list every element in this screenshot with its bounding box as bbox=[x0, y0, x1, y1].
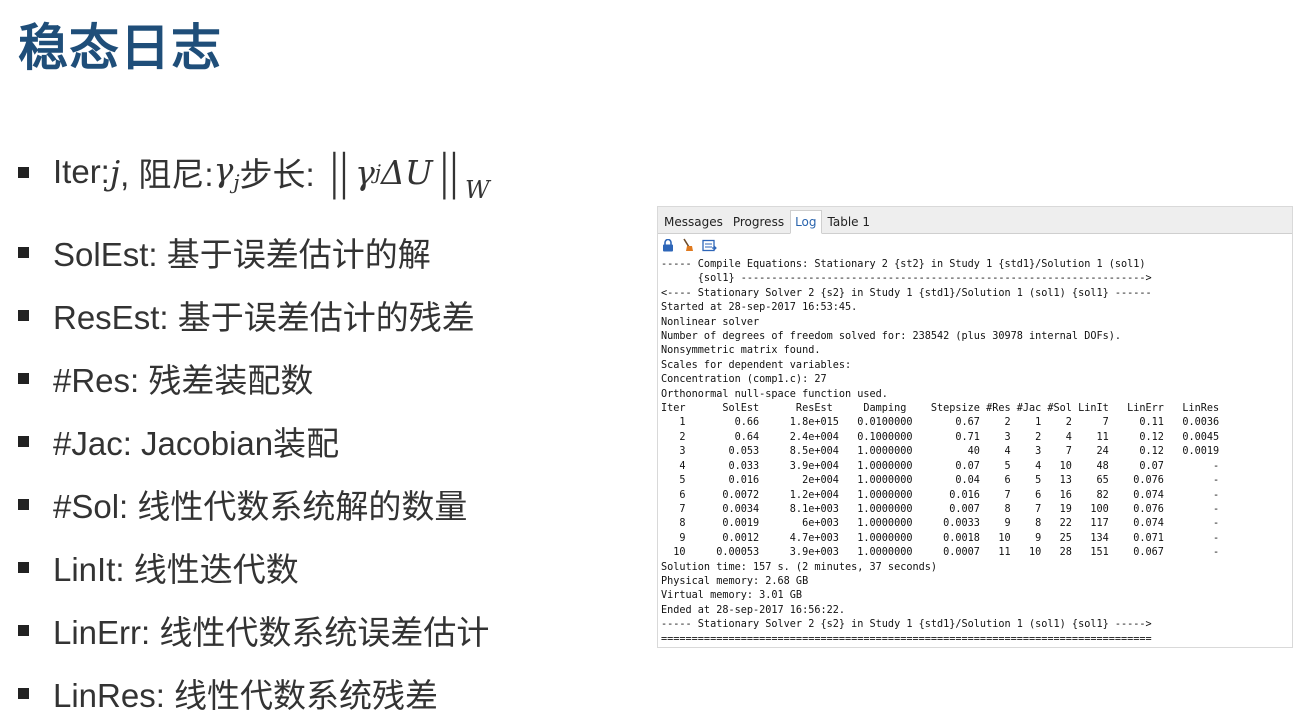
bullet-text: #Jac: Jacobian装配 bbox=[53, 425, 340, 462]
bullet-text: #Sol: 线性代数系统解的数量 bbox=[53, 488, 468, 525]
bullet-step-label: 步长: bbox=[239, 156, 315, 193]
bullet-square-icon bbox=[18, 246, 29, 258]
log-line: 9 0.0012 4.7e+003 1.0000000 0.0018 10 9 … bbox=[661, 532, 1220, 544]
tab-table-1[interactable]: Table 1 bbox=[824, 211, 874, 233]
iter-var: j bbox=[109, 152, 121, 192]
log-line: Virtual memory: 3.01 GB bbox=[661, 590, 803, 602]
log-line: ----- Stationary Solver 2 {s2} in Study … bbox=[661, 619, 1152, 631]
bullet-text: ResEst: 基于误差估计的残差 bbox=[53, 299, 475, 336]
log-line: Nonsymmetric matrix found. bbox=[661, 345, 821, 357]
bullet-resest: ResEst: 基于误差估计的残差 bbox=[18, 291, 475, 339]
log-line: <---- Stationary Solver 2 {s2} in Study … bbox=[661, 287, 1152, 299]
tab-bar: Messages Progress Log Table 1 bbox=[658, 207, 1292, 234]
lock-icon[interactable] bbox=[662, 238, 674, 254]
bullet-text: SolEst: 基于误差估计的解 bbox=[53, 236, 431, 273]
bullet-linres: LinRes: 线性代数系统残差 bbox=[18, 669, 438, 717]
log-line: {sol1} ---------------------------------… bbox=[661, 273, 1152, 285]
log-line: Solution time: 157 s. (2 minutes, 37 sec… bbox=[661, 561, 938, 573]
clear-brush-icon[interactable] bbox=[682, 238, 694, 254]
tab-progress[interactable]: Progress bbox=[729, 211, 788, 233]
log-panel: Messages Progress Log Table 1 ----- Comp… bbox=[657, 206, 1293, 648]
slide-title: 稳态日志 bbox=[18, 20, 222, 76]
log-line: 6 0.0072 1.2e+004 1.0000000 0.016 7 6 16… bbox=[661, 489, 1220, 501]
bullet-iter: Iter: j , 阻尼: γj 步长: || γ j ΔU || W bbox=[18, 144, 490, 204]
norm-expression: || γ j ΔU || W bbox=[329, 144, 490, 204]
bullet-damping-label: , 阻尼: bbox=[120, 156, 214, 193]
log-line: Ended at 28-sep-2017 16:56:22. bbox=[661, 604, 846, 616]
tab-log[interactable]: Log bbox=[790, 210, 822, 234]
log-line: Iter SolEst ResEst Damping Stepsize #Res… bbox=[661, 403, 1220, 415]
bullet-linerr: LinErr: 线性代数系统误差估计 bbox=[18, 606, 489, 654]
bullet-res: #Res: 残差装配数 bbox=[18, 354, 313, 402]
bullet-square-icon bbox=[18, 687, 29, 699]
log-line: 1 0.66 1.8e+015 0.0100000 0.67 2 1 2 7 0… bbox=[661, 417, 1220, 429]
bullet-square-icon bbox=[18, 561, 29, 573]
log-line: ========================================… bbox=[661, 633, 1152, 645]
log-line: Orthonormal null-space function used. bbox=[661, 388, 888, 400]
bullet-square-icon bbox=[18, 166, 29, 178]
bullet-square-icon bbox=[18, 498, 29, 510]
log-line: Scales for dependent variables: bbox=[661, 359, 852, 371]
log-output: ----- Compile Equations: Stationary 2 {s… bbox=[658, 258, 1292, 646]
bullet-jac: #Jac: Jacobian装配 bbox=[18, 417, 339, 465]
bullet-text: #Res: 残差装配数 bbox=[53, 362, 314, 399]
tab-messages[interactable]: Messages bbox=[660, 211, 727, 233]
bullet-text: LinRes: 线性代数系统残差 bbox=[53, 677, 439, 714]
bullet-square-icon bbox=[18, 372, 29, 384]
bullet-linit: LinIt: 线性迭代数 bbox=[18, 543, 299, 591]
gamma-symbol: γj bbox=[213, 150, 240, 194]
bullet-square-icon bbox=[18, 309, 29, 321]
bullet-iter-prefix: Iter: bbox=[53, 153, 110, 190]
log-toolbar bbox=[658, 234, 1292, 258]
log-line: 3 0.053 8.5e+004 1.0000000 40 4 3 7 24 0… bbox=[661, 446, 1220, 458]
log-line: 8 0.0019 6e+003 1.0000000 0.0033 9 8 22 … bbox=[661, 518, 1220, 530]
log-line: ----- Compile Equations: Stationary 2 {s… bbox=[661, 259, 1146, 270]
log-line: 7 0.0034 8.1e+003 1.0000000 0.007 8 7 19… bbox=[661, 503, 1220, 515]
log-line: 5 0.016 2e+004 1.0000000 0.04 6 5 13 65 … bbox=[661, 475, 1220, 487]
log-line: Started at 28-sep-2017 16:53:45. bbox=[661, 302, 858, 314]
log-line: 10 0.00053 3.9e+003 1.0000000 0.0007 11 … bbox=[661, 547, 1220, 559]
bullet-solest: SolEst: 基于误差估计的解 bbox=[18, 228, 431, 276]
bullet-sol: #Sol: 线性代数系统解的数量 bbox=[18, 480, 467, 528]
bullet-square-icon bbox=[18, 624, 29, 636]
log-line: Physical memory: 2.68 GB bbox=[661, 575, 809, 587]
log-line: Number of degrees of freedom solved for:… bbox=[661, 331, 1122, 343]
log-line: 4 0.033 3.9e+004 1.0000000 0.07 5 4 10 4… bbox=[661, 460, 1220, 472]
bullet-text: LinIt: 线性迭代数 bbox=[53, 551, 299, 588]
log-line: Concentration (comp1.c): 27 bbox=[661, 374, 827, 386]
log-line: Nonlinear solver bbox=[661, 316, 760, 328]
log-line: 2 0.64 2.4e+004 0.1000000 0.71 3 2 4 11 … bbox=[661, 431, 1220, 443]
bullet-square-icon bbox=[18, 435, 29, 447]
bullet-text: LinErr: 线性代数系统误差估计 bbox=[53, 614, 490, 651]
export-icon[interactable] bbox=[702, 239, 717, 254]
